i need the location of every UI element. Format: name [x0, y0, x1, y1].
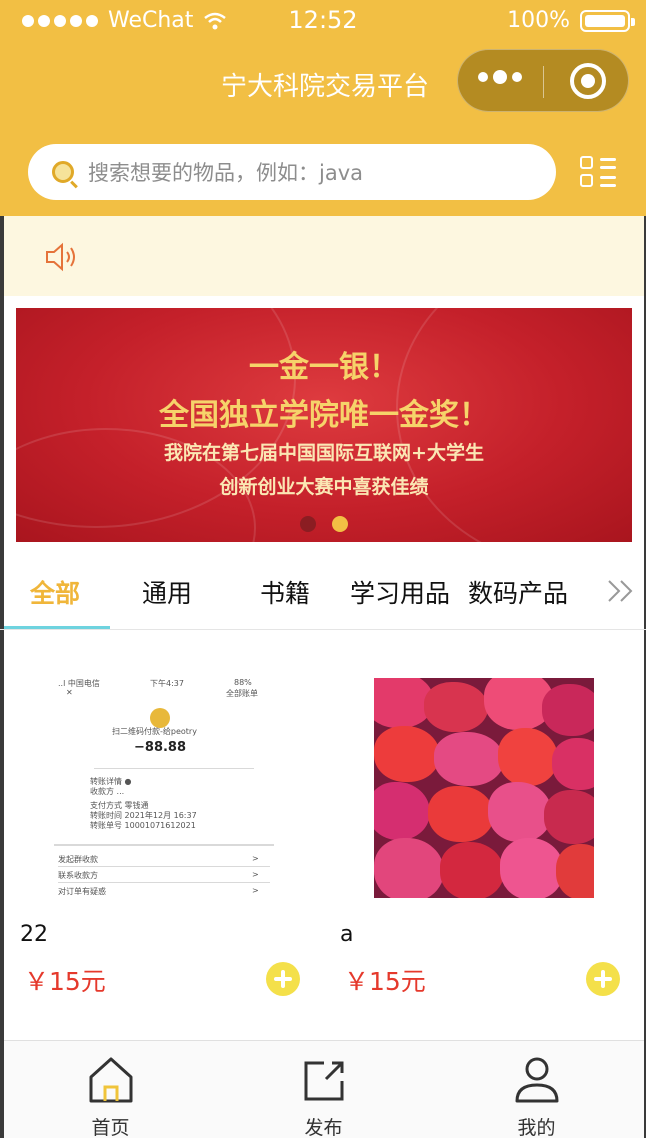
- product-price: ￥15元: [344, 967, 426, 996]
- tabs-divider: [0, 629, 646, 630]
- tabbar-label-home: 首页: [91, 1117, 130, 1138]
- tabbar-item-home[interactable]: 首页: [4, 1041, 217, 1138]
- tabbar-item-profile[interactable]: 我的: [430, 1041, 643, 1138]
- search-input[interactable]: 搜索想要的物品，例如：java: [88, 157, 363, 187]
- category-tabs: 全部 通用 书籍 学习用品 数码产品: [4, 560, 644, 630]
- banner-text-2: 创新创业大赛中喜获佳绩: [219, 476, 429, 498]
- banner-text-1: 我院在第七届中国国际互联网+大学生: [164, 442, 484, 464]
- bottom-tab-bar: 首页 发布 我的: [4, 1040, 644, 1138]
- product-card[interactable]: ..l 中国电信 下午4:37 88% ✕ 全部账单 扫二维码付款-给peotr…: [20, 678, 300, 996]
- page-title: 宁大科院交易平台: [220, 72, 429, 102]
- home-icon: [89, 1057, 132, 1103]
- tab-all[interactable]: 全部: [30, 574, 80, 610]
- product-name: a: [340, 922, 354, 947]
- tab-books[interactable]: 书籍: [260, 574, 310, 610]
- product-image: ..l 中国电信 下午4:37 88% ✕ 全部账单 扫二维码付款-给peotr…: [54, 678, 274, 898]
- banner-subheadline: 全国独立学院唯一金奖！: [159, 398, 489, 433]
- capsule-divider: [543, 66, 544, 98]
- speaker-icon: [46, 242, 75, 272]
- product-name: 22: [20, 922, 48, 947]
- carousel-dot-2[interactable]: [332, 516, 348, 532]
- user-icon: [515, 1057, 558, 1103]
- receipt-link: 联系收款方: [58, 871, 98, 880]
- more-menu-icon[interactable]: [478, 70, 522, 84]
- tabbar-label-publish: 发布: [304, 1117, 343, 1138]
- add-to-cart-button[interactable]: [266, 962, 300, 996]
- banner-headline: 一金一银！: [249, 350, 399, 385]
- status-bar: WeChat 12:52 100%: [0, 0, 646, 44]
- battery-percent: 100%: [507, 8, 570, 33]
- category-list-icon[interactable]: [580, 156, 618, 190]
- tabbar-label-profile: 我的: [517, 1117, 556, 1138]
- receipt-row: 转账单号 10001071612021: [90, 821, 196, 830]
- product-image: [374, 678, 594, 898]
- product-price: ￥15元: [24, 967, 106, 996]
- receipt-link: 对订单有疑惑: [58, 887, 106, 896]
- miniprogram-capsule: [457, 49, 629, 112]
- promo-banner[interactable]: 一金一银！ 全国独立学院唯一金奖！ 我院在第七届中国国际互联网+大学生 创新创业…: [16, 308, 632, 542]
- add-to-cart-button[interactable]: [586, 962, 620, 996]
- notice-bar: [4, 216, 644, 296]
- receipt-amount: −88.88: [134, 740, 187, 755]
- product-card[interactable]: a ￥15元: [340, 678, 620, 996]
- tab-study-supplies[interactable]: 学习用品: [350, 574, 450, 610]
- publish-icon: [304, 1061, 343, 1101]
- tabbar-item-publish[interactable]: 发布: [217, 1041, 430, 1138]
- search-bar[interactable]: 搜索想要的物品，例如：java: [28, 144, 556, 200]
- battery-icon: [580, 9, 635, 32]
- receipt-link: 发起群收款: [58, 855, 98, 864]
- carousel-dot-1[interactable]: [300, 516, 316, 532]
- search-icon: [52, 161, 74, 183]
- app-header: WeChat 12:52 100% 宁大科院交易平台 搜索想要的物品，例如：ja…: [0, 0, 646, 216]
- receipt-row: 收款方 ...: [90, 787, 125, 796]
- tab-digital[interactable]: 数码产品: [468, 574, 568, 610]
- tab-general[interactable]: 通用: [142, 574, 192, 610]
- chevron-right-icon[interactable]: [606, 578, 636, 604]
- close-miniprogram-icon[interactable]: [570, 63, 606, 99]
